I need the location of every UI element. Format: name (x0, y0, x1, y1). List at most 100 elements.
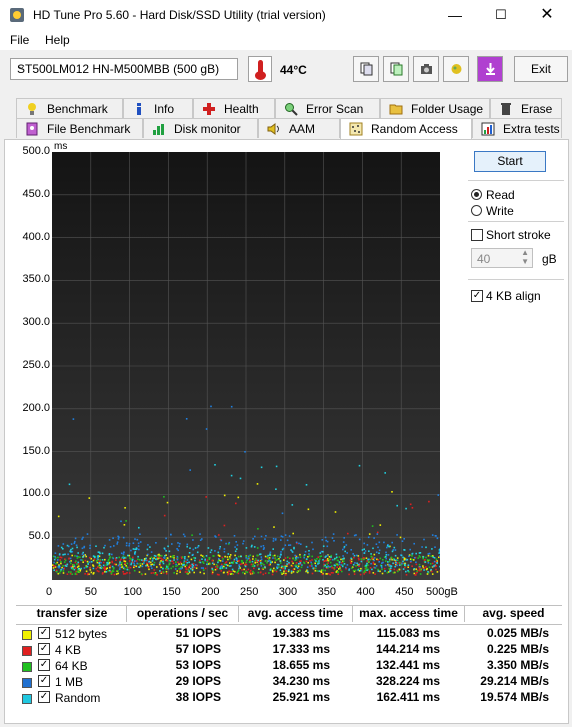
scatter-point (145, 564, 147, 567)
tab-extra-tests[interactable]: Extra tests (472, 118, 562, 138)
drive-select[interactable]: ST500LM012 HN-M500MBB (500 gB) ⌄ (10, 58, 238, 80)
exit-button[interactable]: Exit (514, 56, 568, 82)
scatter-point (89, 566, 91, 569)
scatter-point (299, 553, 301, 556)
max-access-cell: 132.441 ms (375, 658, 440, 672)
scatter-point (204, 558, 206, 561)
scatter-point (256, 564, 259, 566)
scatter-point (74, 567, 77, 569)
copy-button[interactable] (353, 56, 379, 82)
table-row: ✓ 4 KB 57 IOPS 17.333 ms 144.214 ms 0.225 MB/… (0, 642, 560, 658)
scatter-point (112, 537, 114, 539)
scatter-point (165, 550, 167, 552)
scatter-point (368, 550, 370, 552)
scatter-point (186, 559, 189, 561)
copy-all-button[interactable] (383, 56, 409, 82)
scatter-point (173, 557, 175, 559)
scatter-point (281, 512, 284, 515)
scatter-point (295, 541, 298, 544)
scatter-point (153, 561, 156, 564)
scatter-point (288, 569, 290, 571)
scatter-point (289, 544, 292, 546)
scatter-point (430, 555, 433, 557)
stepper-up-icon[interactable]: ▲ (521, 248, 529, 257)
scatter-point (121, 564, 123, 567)
menu-help[interactable]: Help (45, 33, 70, 47)
scatter-point (192, 548, 195, 551)
tab-benchmark[interactable]: Benchmark (16, 98, 123, 118)
scatter-point (282, 572, 285, 575)
tab-health[interactable]: Health (193, 98, 275, 118)
scatter-point (343, 557, 345, 560)
write-radio[interactable] (471, 205, 482, 216)
maximize-icon[interactable]: ☐ (478, 0, 524, 30)
scatter-point (343, 563, 346, 565)
series-checkbox[interactable]: ✓ (38, 643, 50, 655)
scatter-point (193, 557, 195, 559)
scatter-point (66, 563, 69, 566)
save-button[interactable] (477, 56, 503, 82)
menu-file[interactable]: File (10, 33, 29, 47)
table-row: ✓ Random 38 IOPS 25.921 ms 162.411 ms 19.574 … (0, 690, 560, 706)
scatter-point (165, 567, 167, 570)
scatter-point (358, 538, 361, 541)
series-checkbox[interactable]: ✓ (38, 675, 50, 687)
scatter-point (146, 562, 148, 565)
stepper-down-icon[interactable]: ▼ (521, 257, 529, 266)
series-color-swatch (22, 678, 32, 688)
scatter-point (143, 559, 146, 562)
tab-erase[interactable]: Erase (490, 98, 562, 118)
tab-aam[interactable]: AAM (258, 118, 340, 138)
scatter-point (254, 559, 256, 562)
short-stroke-checkbox[interactable] (471, 229, 483, 241)
scatter-point (283, 559, 285, 561)
close-icon[interactable]: ✕ (524, 0, 570, 30)
minimize-icon[interactable]: — (432, 0, 478, 30)
tab-info[interactable]: Info (123, 98, 193, 118)
scatter-point (328, 556, 331, 558)
scatter-point (203, 556, 205, 558)
scatter-point (184, 556, 186, 558)
scatter-point (264, 538, 266, 540)
scatter-point (229, 565, 231, 567)
scatter-point (83, 545, 86, 548)
options-button[interactable] (443, 56, 469, 82)
scatter-point (377, 570, 380, 572)
stroke-size-stepper[interactable]: 40 ▲ ▼ (471, 248, 533, 268)
scatter-point (325, 555, 327, 558)
scatter-point (152, 558, 154, 560)
x-tick-label: 150 (162, 586, 181, 598)
tab-file-benchmark[interactable]: File Benchmark (16, 118, 143, 138)
scatter-point (280, 551, 282, 553)
scatter-point (80, 559, 82, 561)
tab-error-scan[interactable]: Error Scan (275, 98, 380, 118)
scatter-point (305, 545, 308, 548)
scatter-point (193, 571, 195, 574)
screenshot-button[interactable] (413, 56, 439, 82)
scatter-point (186, 572, 188, 575)
tab-disk-monitor[interactable]: Disk monitor (143, 118, 258, 138)
scatter-point (150, 563, 152, 566)
scatter-point (119, 561, 121, 563)
scatter-point (166, 557, 169, 559)
read-radio[interactable] (471, 189, 482, 200)
scatter-point (162, 567, 164, 570)
scatter-point (363, 542, 365, 545)
scatter-point (418, 563, 421, 566)
series-checkbox[interactable]: ✓ (38, 627, 50, 639)
align-checkbox[interactable]: ✓ (471, 290, 483, 302)
series-checkbox[interactable]: ✓ (38, 659, 50, 671)
scatter-point (126, 568, 129, 571)
tab-random-access[interactable]: Random Access (340, 118, 472, 139)
scatter-point (221, 567, 223, 569)
scatter-point (82, 551, 84, 554)
tab-folder-usage[interactable]: Folder Usage (380, 98, 490, 118)
series-checkbox[interactable]: ✓ (38, 691, 50, 703)
scatter-point (196, 564, 198, 567)
start-button[interactable]: Start (474, 151, 546, 172)
table-row: ✓ 64 KB 53 IOPS 18.655 ms 132.441 ms 3.350 MB… (0, 658, 560, 674)
menu-bar: File Help (0, 30, 572, 50)
scatter-point (108, 558, 110, 561)
scatter-point (191, 534, 193, 536)
scatter-point (218, 558, 220, 560)
